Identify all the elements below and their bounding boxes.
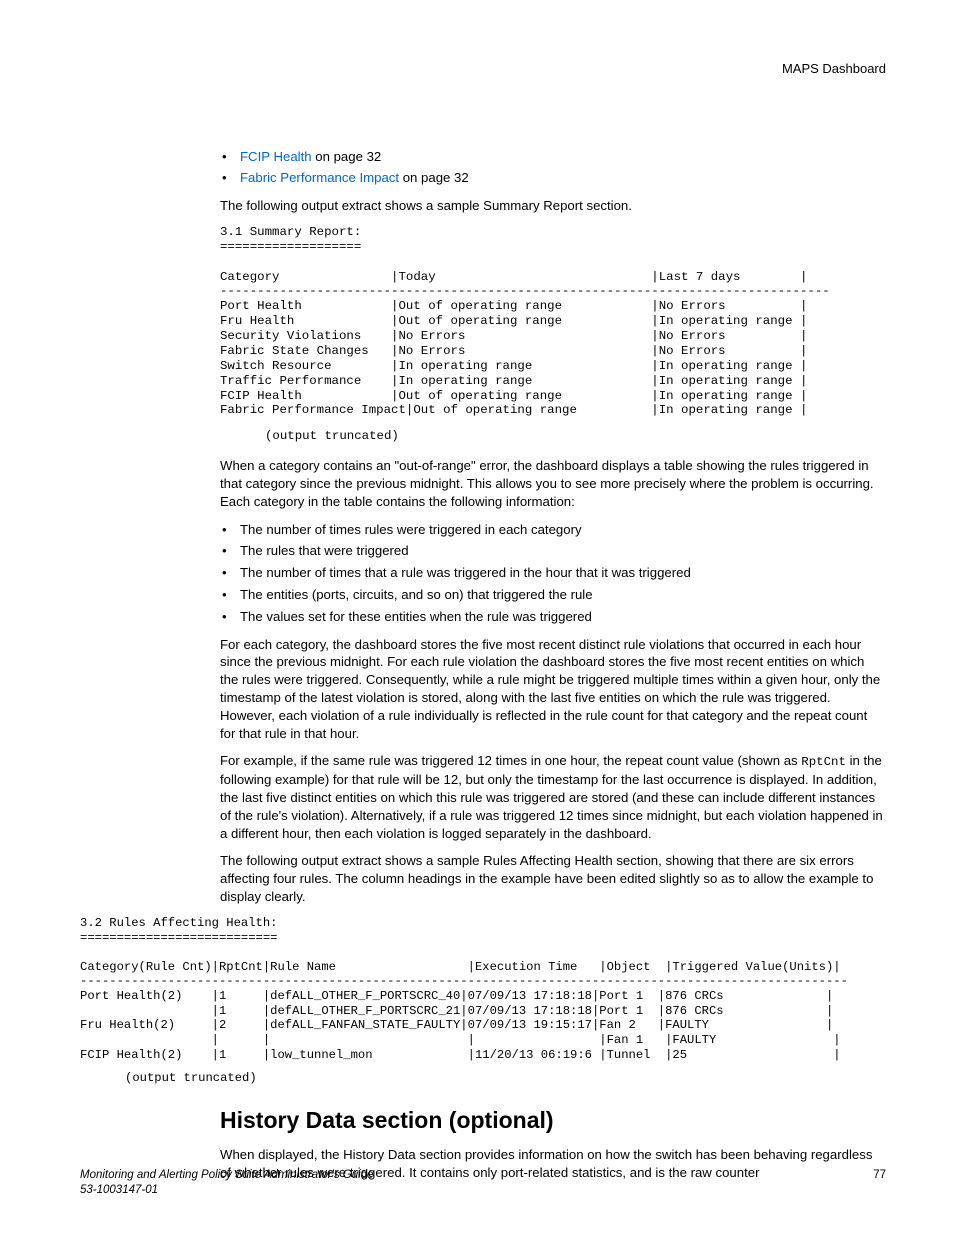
- text-fragment: For example, if the same rule was trigge…: [220, 753, 801, 768]
- bullet-item: The rules that were triggered: [220, 542, 886, 560]
- bullet-item: The number of times that a rule was trig…: [220, 564, 886, 582]
- summary-report-code: 3.1 Summary Report: =================== …: [220, 225, 886, 418]
- body-paragraph: For each category, the dashboard stores …: [220, 636, 886, 743]
- page-number: 77: [873, 1168, 886, 1199]
- footer-title: Monitoring and Alerting Policy Suite Adm…: [80, 1169, 373, 1181]
- link-list: FCIP Health on page 32 Fabric Performanc…: [220, 148, 886, 188]
- bullet-item: The number of times rules were triggered…: [220, 521, 886, 539]
- rules-health-code: 3.2 Rules Affecting Health: ============…: [80, 916, 886, 1062]
- body-paragraph: For example, if the same rule was trigge…: [220, 752, 886, 842]
- bullet-item: The values set for these entities when t…: [220, 608, 886, 626]
- body-paragraph: When a category contains an "out-of-rang…: [220, 457, 886, 510]
- output-truncated: (output truncated): [125, 1070, 886, 1086]
- page-footer: Monitoring and Alerting Policy Suite Adm…: [80, 1168, 886, 1199]
- bullet-item: The entities (ports, circuits, and so on…: [220, 586, 886, 604]
- inline-code: RptCnt: [801, 755, 846, 769]
- section-heading: History Data section (optional): [220, 1105, 886, 1136]
- page-header: MAPS Dashboard: [80, 60, 886, 78]
- output-truncated: (output truncated): [265, 428, 886, 445]
- link-fabric-perf[interactable]: Fabric Performance Impact: [240, 170, 399, 185]
- link-suffix: on page 32: [399, 170, 469, 185]
- link-item: FCIP Health on page 32: [220, 148, 886, 166]
- body-paragraph: The following output extract shows a sam…: [220, 852, 886, 905]
- bullet-list: The number of times rules were triggered…: [220, 521, 886, 626]
- link-suffix: on page 32: [312, 149, 382, 164]
- link-fcip-health[interactable]: FCIP Health: [240, 149, 312, 164]
- intro-paragraph: The following output extract shows a sam…: [220, 197, 886, 215]
- footer-docnum: 53-1003147-01: [80, 1184, 158, 1196]
- link-item: Fabric Performance Impact on page 32: [220, 169, 886, 187]
